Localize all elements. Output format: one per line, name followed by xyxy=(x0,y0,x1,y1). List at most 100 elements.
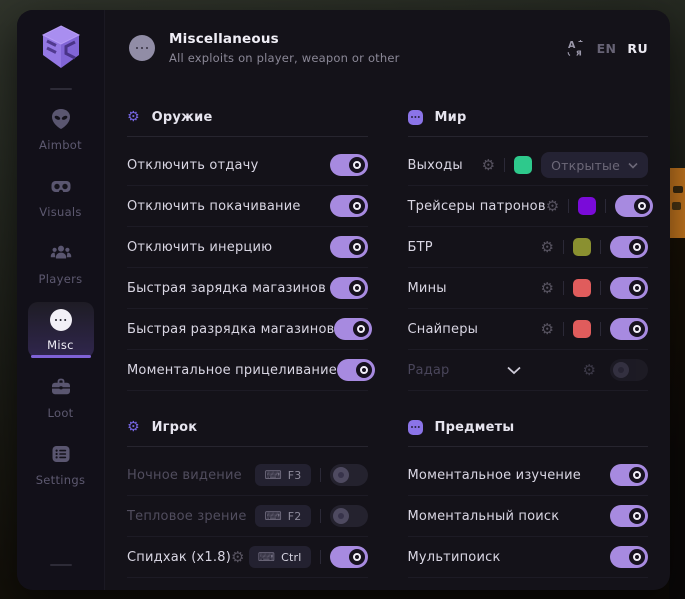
cheat-panel: Aimbot Visuals Players M xyxy=(17,10,670,590)
row-radar: Радар ⚙ xyxy=(408,350,649,391)
row-btr: БТР ⚙ xyxy=(408,227,649,268)
row-mines: Мины ⚙ xyxy=(408,268,649,309)
gear-icon[interactable]: ⚙ xyxy=(583,363,596,378)
toggle-switch[interactable] xyxy=(330,236,368,258)
keybind-badge[interactable]: ⌨ Ctrl xyxy=(249,546,311,568)
expand-chevron-icon[interactable] xyxy=(506,366,522,375)
toggle-switch[interactable] xyxy=(610,277,648,299)
sidebar-item-label: Aimbot xyxy=(39,138,82,152)
gear-icon[interactable]: ⚙ xyxy=(231,550,244,565)
gear-icon[interactable]: ⚙ xyxy=(541,281,554,296)
row-instant-search: Моментальный поиск xyxy=(408,496,649,537)
row-snipers: Снайперы ⚙ xyxy=(408,309,649,350)
keybind-badge[interactable]: ⌨ F3 xyxy=(255,464,310,486)
row-thermal-vision: Тепловое зрение ⌨ F2 xyxy=(127,496,368,537)
gear-icon[interactable]: ⚙ xyxy=(482,158,495,173)
toggle-switch[interactable] xyxy=(610,505,648,527)
column-right: Мир Выходы ⚙ Открытые xyxy=(408,86,649,590)
toggle-switch[interactable] xyxy=(330,154,368,176)
alien-icon xyxy=(49,107,73,131)
section-gear-icon: ⚙ xyxy=(127,420,140,434)
sidebar-item-visuals[interactable]: Visuals xyxy=(28,168,94,224)
section-title: Игрок xyxy=(152,420,198,435)
toggle-switch[interactable] xyxy=(610,236,648,258)
active-tab-indicator xyxy=(31,355,91,358)
toggle-switch[interactable] xyxy=(330,505,368,527)
toggle-switch[interactable] xyxy=(330,546,368,568)
chevron-down-icon xyxy=(628,162,638,169)
color-swatch[interactable] xyxy=(573,238,591,256)
color-swatch[interactable] xyxy=(578,197,596,215)
row-exits: Выходы ⚙ Открытые xyxy=(408,145,649,186)
sidebar-divider-bottom xyxy=(50,564,72,566)
translate-icon: A я xyxy=(566,38,586,58)
toggle-switch[interactable] xyxy=(610,318,648,340)
lang-toggle-ru[interactable]: RU xyxy=(627,41,648,56)
section-gear-icon: ⚙ xyxy=(127,110,140,124)
toggle-switch[interactable] xyxy=(610,464,648,486)
lang-toggle-en[interactable]: EN xyxy=(597,41,617,56)
sidebar-item-label: Misc xyxy=(47,338,74,352)
toggle-switch[interactable] xyxy=(615,195,653,217)
people-icon xyxy=(49,241,73,265)
color-swatch[interactable] xyxy=(514,156,532,174)
sidebar-item-settings[interactable]: Settings xyxy=(28,436,94,492)
sidebar-item-label: Settings xyxy=(36,473,86,487)
page-subtitle: All exploits on player, weapon or other xyxy=(169,51,400,65)
toggle-switch[interactable] xyxy=(330,195,368,217)
column-left: ⚙ Оружие Отключить отдачу Отключить пока… xyxy=(127,86,368,590)
gear-icon[interactable]: ⚙ xyxy=(546,199,559,214)
page-ellipsis-icon xyxy=(129,35,155,61)
section-title: Мир xyxy=(435,110,467,125)
keybind-badge[interactable]: ⌨ F2 xyxy=(255,505,310,527)
exits-dropdown[interactable]: Открытые xyxy=(541,152,648,178)
background-orange-sign xyxy=(669,168,685,238)
briefcase-icon xyxy=(49,375,73,399)
section-player-header: ⚙ Игрок xyxy=(127,416,368,438)
row-instant-examine: Моментальное изучение xyxy=(408,455,649,496)
sidebar-item-label: Visuals xyxy=(39,205,81,219)
svg-text:A: A xyxy=(568,40,576,51)
keyboard-icon: ⌨ xyxy=(258,551,275,563)
row-fast-unload: Быстрая разрядка магазинов xyxy=(127,309,368,350)
toggle-switch[interactable] xyxy=(330,277,368,299)
section-items-header: Предметы xyxy=(408,416,649,438)
section-title: Предметы xyxy=(435,420,515,435)
ellipsis-icon xyxy=(50,309,72,331)
row-fast-reload: Быстрая зарядка магазинов xyxy=(127,268,368,309)
row-disable-sway: Отключить покачивание xyxy=(127,186,368,227)
keyboard-icon: ⌨ xyxy=(264,510,281,522)
sidebar-item-players[interactable]: Players xyxy=(28,235,94,291)
app-logo-icon xyxy=(36,22,86,74)
section-world-header: Мир xyxy=(408,106,649,128)
section-title: Оружие xyxy=(152,110,213,125)
page-title: Miscellaneous xyxy=(169,31,400,47)
row-disable-recoil: Отключить отдачу xyxy=(127,145,368,186)
row-night-vision: Ночное видение ⌨ F3 xyxy=(127,455,368,496)
page-header: Miscellaneous All exploits on player, we… xyxy=(105,10,670,86)
row-speedhack: Спидхак (x1.8) ⚙ ⌨ Ctrl xyxy=(127,537,368,578)
sidebar-item-aimbot[interactable]: Aimbot xyxy=(28,101,94,157)
row-instant-ads: Моментальное прицеливание xyxy=(127,350,368,391)
sidebar-item-loot[interactable]: Loot xyxy=(28,369,94,425)
toggle-switch[interactable] xyxy=(337,359,375,381)
sidebar-item-misc[interactable]: Misc xyxy=(28,302,94,358)
sidebar-item-label: Players xyxy=(39,272,83,286)
keyboard-icon: ⌨ xyxy=(264,469,281,481)
section-world-icon xyxy=(408,110,423,125)
toggle-switch[interactable] xyxy=(610,359,648,381)
toggle-switch[interactable] xyxy=(610,546,648,568)
section-items-icon xyxy=(408,420,423,435)
gear-icon[interactable]: ⚙ xyxy=(541,240,554,255)
toggle-switch[interactable] xyxy=(334,318,372,340)
row-disable-inertia: Отключить инерцию xyxy=(127,227,368,268)
section-weapon-header: ⚙ Оружие xyxy=(127,106,368,128)
color-swatch[interactable] xyxy=(573,279,591,297)
sidebar: Aimbot Visuals Players M xyxy=(17,10,105,590)
toggle-switch[interactable] xyxy=(330,464,368,486)
color-swatch[interactable] xyxy=(573,320,591,338)
list-icon xyxy=(49,442,73,466)
gear-icon[interactable]: ⚙ xyxy=(541,322,554,337)
vr-goggles-icon xyxy=(49,174,73,198)
sidebar-divider-top xyxy=(50,88,72,90)
